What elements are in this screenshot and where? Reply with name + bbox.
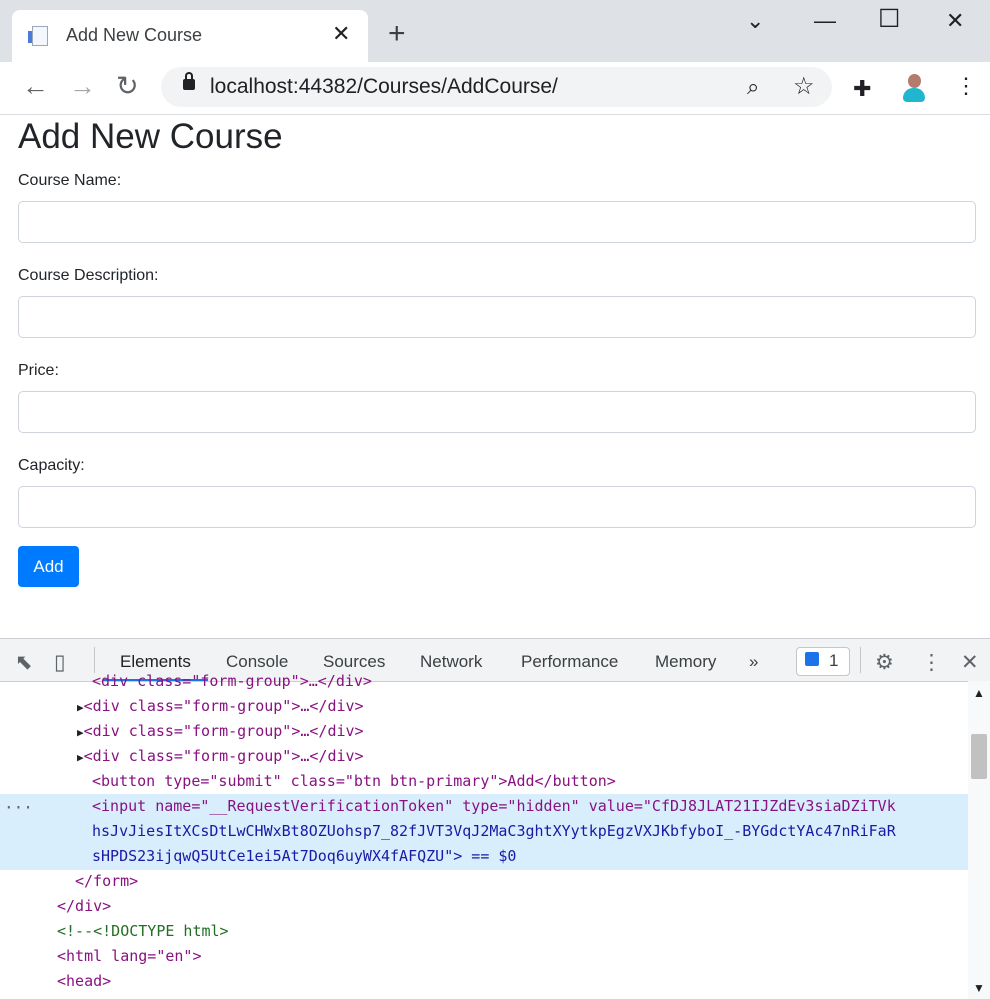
forward-icon[interactable]: → — [69, 71, 96, 101]
price-input[interactable] — [18, 391, 976, 433]
code-line[interactable]: sHPDS23ijqwQ5UtCe1ei5At7Doq6uyWX4fAFQZU"… — [92, 844, 516, 869]
tab-search-icon[interactable]: ⌄ — [746, 8, 764, 34]
code-line[interactable]: </form> — [75, 869, 138, 894]
code-line[interactable]: ▶<div class="form-group">…</div> — [77, 719, 364, 744]
minimize-icon[interactable]: — — [814, 8, 836, 34]
url-text[interactable]: localhost:44382/Courses/AddCourse/ — [210, 75, 558, 99]
menu-dots-icon[interactable]: ⋮ — [955, 74, 977, 98]
scroll-thumb[interactable] — [971, 734, 987, 779]
course-description-input[interactable] — [18, 296, 976, 338]
price-label: Price: — [18, 362, 59, 379]
tab-close-icon[interactable]: ✕ — [332, 23, 350, 45]
capacity-input[interactable] — [18, 486, 976, 528]
devtools-scrollbar[interactable]: ▲ ▼ — [968, 681, 990, 999]
elements-tree: ··· <div class="form-group">…</div> ▶<di… — [0, 672, 968, 999]
code-line[interactable]: <div class="form-group">…</div> — [92, 669, 372, 694]
lock-icon — [183, 72, 195, 90]
course-name-input[interactable] — [18, 201, 976, 243]
scroll-down-icon[interactable]: ▼ — [973, 981, 985, 995]
code-line[interactable]: <head> — [57, 969, 111, 994]
avatar[interactable] — [902, 74, 926, 102]
document-icon — [28, 26, 48, 46]
code-line[interactable]: <!--<!DOCTYPE html> — [57, 919, 229, 944]
code-line[interactable]: ▶<div class="form-group">…</div> — [77, 744, 364, 769]
zoom-icon[interactable]: ⌕ — [747, 74, 759, 100]
add-button[interactable]: Add — [18, 546, 79, 587]
code-line[interactable]: hsJvJiesItXCsDtLwCHWxBt8OZUohsp7_82fJVT3… — [92, 819, 896, 844]
device-toolbar-icon[interactable]: ▯ — [54, 650, 66, 675]
close-window-icon[interactable]: ✕ — [946, 8, 964, 34]
puzzle-icon[interactable]: ✚ — [853, 76, 871, 102]
back-icon[interactable]: ← — [22, 71, 49, 101]
tab-title: Add New Course — [66, 25, 203, 45]
issues-counter[interactable]: 1 — [796, 647, 850, 676]
code-line[interactable]: <input name="__RequestVerificationToken"… — [92, 794, 896, 819]
browser-toolbar: ← → ↻ localhost:44382/Courses/AddCourse/… — [0, 62, 990, 115]
more-tabs-icon[interactable]: » — [749, 652, 758, 672]
browser-tab[interactable]: Add New Course ✕ — [12, 10, 368, 62]
code-line[interactable]: ▶<div class="form-group">…</div> — [77, 694, 364, 719]
capacity-label: Capacity: — [18, 457, 85, 474]
maximize-icon[interactable]: ☐ — [878, 4, 900, 34]
more-options-icon[interactable]: ··· — [4, 795, 33, 820]
tab-performance[interactable]: Performance — [521, 652, 618, 672]
scroll-up-icon[interactable]: ▲ — [973, 686, 985, 700]
code-line[interactable]: </div> — [57, 894, 111, 919]
bookmark-star-icon[interactable]: ☆ — [793, 72, 815, 101]
address-bar[interactable]: localhost:44382/Courses/AddCourse/ ⌕ ☆ — [161, 67, 832, 107]
devtools-menu-icon[interactable]: ⋮ — [921, 650, 942, 675]
devtools-panel: ⬉ ▯ Elements Console Sources Network Per… — [0, 638, 990, 999]
web-page: Add New Course Course Name: Course Descr… — [0, 115, 990, 638]
course-name-label: Course Name: — [18, 172, 122, 189]
page-title: Add New Course — [18, 117, 283, 156]
new-tab-icon[interactable]: + — [388, 19, 406, 49]
settings-gear-icon[interactable]: ⚙ — [875, 650, 894, 675]
code-line[interactable]: <html lang="en"> — [57, 944, 202, 969]
course-description-label: Course Description: — [18, 267, 159, 284]
browser-title-bar: Add New Course ✕ + ⌄ — ☐ ✕ — [0, 0, 990, 62]
tab-memory[interactable]: Memory — [655, 652, 716, 672]
inspect-element-icon[interactable]: ⬉ — [15, 650, 33, 675]
tab-network[interactable]: Network — [420, 652, 482, 672]
code-line[interactable]: <button type="submit" class="btn btn-pri… — [92, 769, 616, 794]
issues-icon — [805, 652, 819, 666]
reload-icon[interactable]: ↻ — [116, 71, 139, 101]
close-devtools-icon[interactable]: ✕ — [961, 650, 979, 675]
